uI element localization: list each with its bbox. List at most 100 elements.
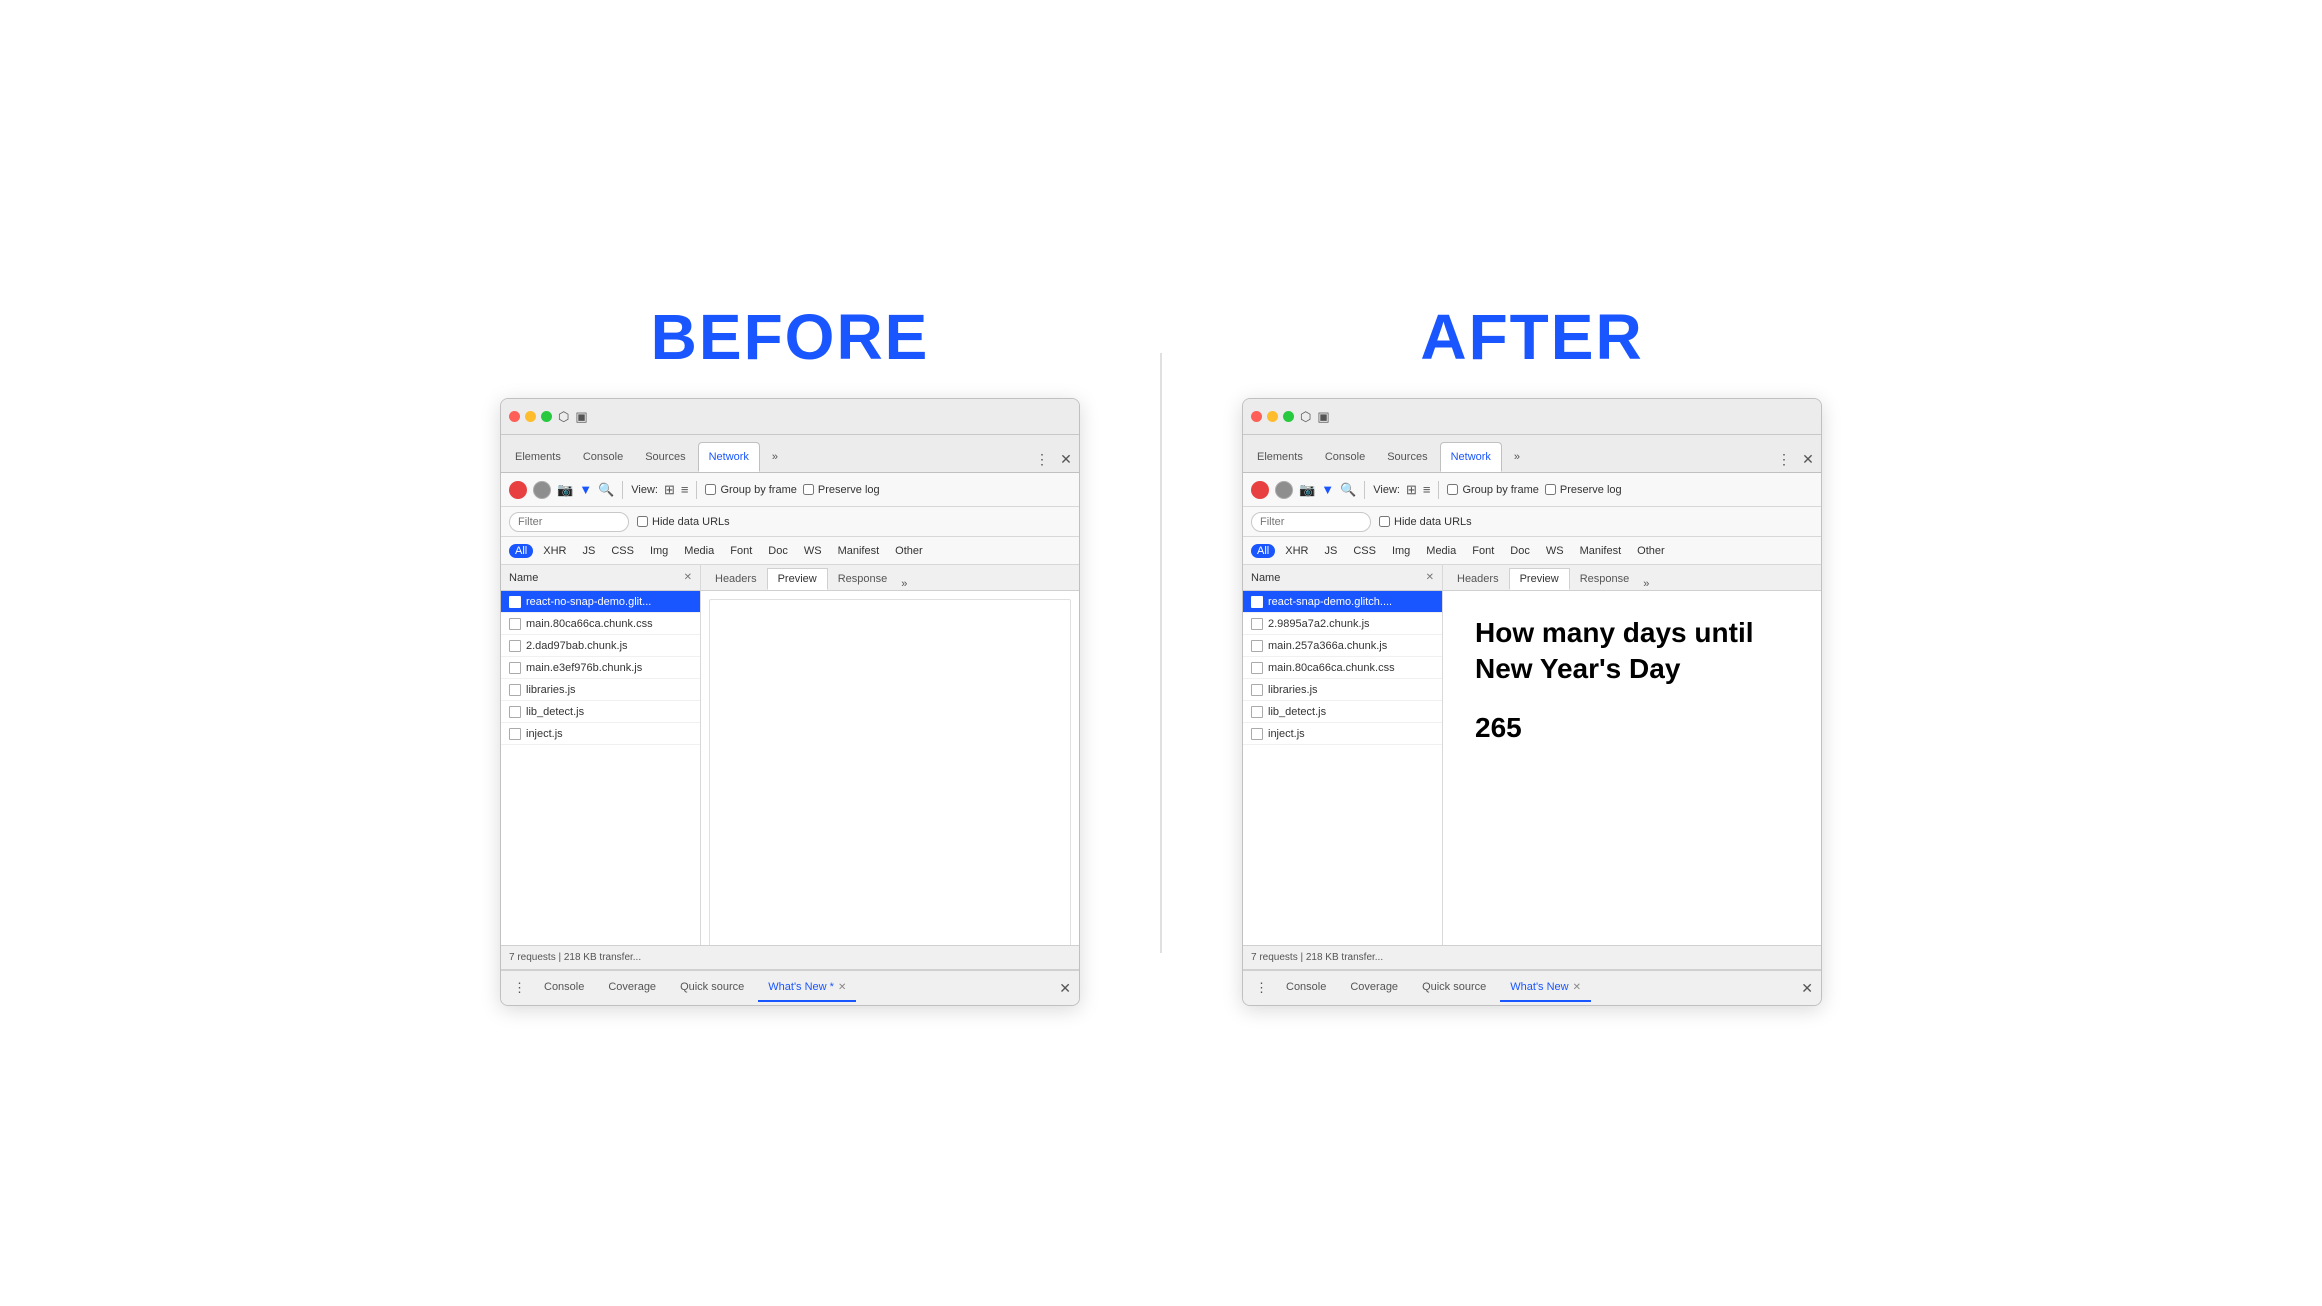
before-preview-tab-headers[interactable]: Headers [705, 568, 767, 590]
before-file-item-0[interactable]: react-no-snap-demo.glit... [501, 591, 700, 613]
before-file-item-2[interactable]: 2.dad97bab.chunk.js [501, 635, 700, 657]
after-preview-tab-response[interactable]: Response [1570, 568, 1640, 590]
before-type-js[interactable]: JS [576, 544, 601, 558]
before-close-icon[interactable]: ✕ [1057, 450, 1075, 468]
before-drawer-close[interactable]: ✕ [838, 982, 846, 993]
before-cursor-icon[interactable]: ⬡ [558, 409, 569, 425]
after-hide-data-urls-checkbox[interactable] [1379, 516, 1390, 527]
after-record-btn[interactable] [1251, 481, 1269, 499]
after-grid-icon[interactable]: ⊞ [1406, 482, 1417, 498]
before-search-icon[interactable]: 🔍 [598, 482, 614, 498]
after-search-icon[interactable]: 🔍 [1340, 482, 1356, 498]
before-file-item-1[interactable]: main.80ca66ca.chunk.css [501, 613, 700, 635]
before-grid-icon[interactable]: ⊞ [664, 482, 675, 498]
before-file-item-5[interactable]: lib_detect.js [501, 701, 700, 723]
before-type-font[interactable]: Font [724, 544, 758, 558]
after-tab-network[interactable]: Network [1440, 442, 1502, 472]
before-box-icon[interactable]: ▣ [575, 409, 587, 425]
after-drawer-console[interactable]: Console [1276, 974, 1336, 1002]
before-close-x[interactable]: ✕ [684, 572, 692, 583]
before-preview-tab-preview[interactable]: Preview [767, 568, 828, 590]
before-tab-elements[interactable]: Elements [505, 442, 571, 472]
before-drawer-whats-new[interactable]: What's New * ✕ [758, 974, 856, 1002]
before-preview-tab-overflow[interactable]: » [897, 578, 911, 590]
after-cursor-icon[interactable]: ⬡ [1300, 409, 1311, 425]
after-drawer-quick-source[interactable]: Quick source [1412, 974, 1496, 1002]
before-minimize-dot[interactable] [525, 411, 536, 422]
after-filter-input[interactable] [1251, 512, 1371, 532]
after-type-js[interactable]: JS [1318, 544, 1343, 558]
before-type-xhr[interactable]: XHR [537, 544, 572, 558]
after-preview-tab-preview[interactable]: Preview [1509, 568, 1570, 590]
after-tab-elements[interactable]: Elements [1247, 442, 1313, 472]
after-file-item-4[interactable]: libraries.js [1243, 679, 1442, 701]
after-type-xhr[interactable]: XHR [1279, 544, 1314, 558]
after-drawer-coverage[interactable]: Coverage [1340, 974, 1408, 1002]
after-file-item-5[interactable]: lib_detect.js [1243, 701, 1442, 723]
before-type-all[interactable]: All [509, 544, 533, 558]
after-group-by-frame-checkbox[interactable] [1447, 484, 1458, 495]
before-camera-icon[interactable]: 📷 [557, 482, 573, 498]
before-ellipsis-icon[interactable]: ⋮ [1033, 450, 1051, 468]
after-type-doc[interactable]: Doc [1504, 544, 1536, 558]
after-tab-console[interactable]: Console [1315, 442, 1375, 472]
after-ellipsis-icon[interactable]: ⋮ [1775, 450, 1793, 468]
after-filter-icon[interactable]: ▼ [1321, 482, 1334, 497]
before-type-other[interactable]: Other [889, 544, 929, 558]
after-type-ws[interactable]: WS [1540, 544, 1570, 558]
before-type-doc[interactable]: Doc [762, 544, 794, 558]
after-close-x[interactable]: ✕ [1426, 572, 1434, 583]
before-drawer-menu-btn[interactable]: ⋮ [509, 980, 530, 996]
before-list-icon[interactable]: ≡ [681, 482, 689, 497]
before-preview-tab-response[interactable]: Response [828, 568, 898, 590]
after-preview-tab-overflow[interactable]: » [1639, 578, 1653, 590]
after-drawer-close[interactable]: ✕ [1573, 982, 1581, 993]
before-tab-network[interactable]: Network [698, 442, 760, 472]
before-hide-data-urls-checkbox[interactable] [637, 516, 648, 527]
after-file-item-6[interactable]: inject.js [1243, 723, 1442, 745]
after-preview-tab-headers[interactable]: Headers [1447, 568, 1509, 590]
after-box-icon[interactable]: ▣ [1317, 409, 1329, 425]
after-camera-icon[interactable]: 📷 [1299, 482, 1315, 498]
before-drawer-coverage[interactable]: Coverage [598, 974, 666, 1002]
before-filter-icon[interactable]: ▼ [579, 482, 592, 497]
before-drawer-quick-source[interactable]: Quick source [670, 974, 754, 1002]
before-type-media[interactable]: Media [678, 544, 720, 558]
before-drawer-console[interactable]: Console [534, 974, 594, 1002]
after-tab-overflow[interactable]: » [1504, 442, 1530, 472]
after-file-item-2[interactable]: main.257a366a.chunk.js [1243, 635, 1442, 657]
before-file-item-4[interactable]: libraries.js [501, 679, 700, 701]
before-record-btn[interactable] [509, 481, 527, 499]
before-maximize-dot[interactable] [541, 411, 552, 422]
after-drawer-menu-btn[interactable]: ⋮ [1251, 980, 1272, 996]
after-stop-btn[interactable] [1275, 481, 1293, 499]
after-list-icon[interactable]: ≡ [1423, 482, 1431, 497]
after-minimize-dot[interactable] [1267, 411, 1278, 422]
before-close-dot[interactable] [509, 411, 520, 422]
before-type-ws[interactable]: WS [798, 544, 828, 558]
after-drawer-whats-new[interactable]: What's New ✕ [1500, 974, 1591, 1002]
before-drawer-close-btn[interactable]: ✕ [1059, 980, 1071, 997]
before-tab-sources[interactable]: Sources [635, 442, 695, 472]
before-type-css[interactable]: CSS [605, 544, 640, 558]
before-preserve-log-checkbox[interactable] [803, 484, 814, 495]
before-stop-btn[interactable] [533, 481, 551, 499]
after-type-img[interactable]: Img [1386, 544, 1416, 558]
after-type-manifest[interactable]: Manifest [1574, 544, 1628, 558]
after-type-media[interactable]: Media [1420, 544, 1462, 558]
before-tab-overflow[interactable]: » [762, 442, 788, 472]
after-file-item-3[interactable]: main.80ca66ca.chunk.css [1243, 657, 1442, 679]
after-close-icon[interactable]: ✕ [1799, 450, 1817, 468]
before-file-item-3[interactable]: main.e3ef976b.chunk.js [501, 657, 700, 679]
before-type-img[interactable]: Img [644, 544, 674, 558]
before-tab-console[interactable]: Console [573, 442, 633, 472]
after-type-font[interactable]: Font [1466, 544, 1500, 558]
before-type-manifest[interactable]: Manifest [832, 544, 886, 558]
after-maximize-dot[interactable] [1283, 411, 1294, 422]
after-type-all[interactable]: All [1251, 544, 1275, 558]
before-group-by-frame-checkbox[interactable] [705, 484, 716, 495]
after-preserve-log-checkbox[interactable] [1545, 484, 1556, 495]
after-tab-sources[interactable]: Sources [1377, 442, 1437, 472]
after-drawer-close-btn[interactable]: ✕ [1801, 980, 1813, 997]
after-type-other[interactable]: Other [1631, 544, 1671, 558]
